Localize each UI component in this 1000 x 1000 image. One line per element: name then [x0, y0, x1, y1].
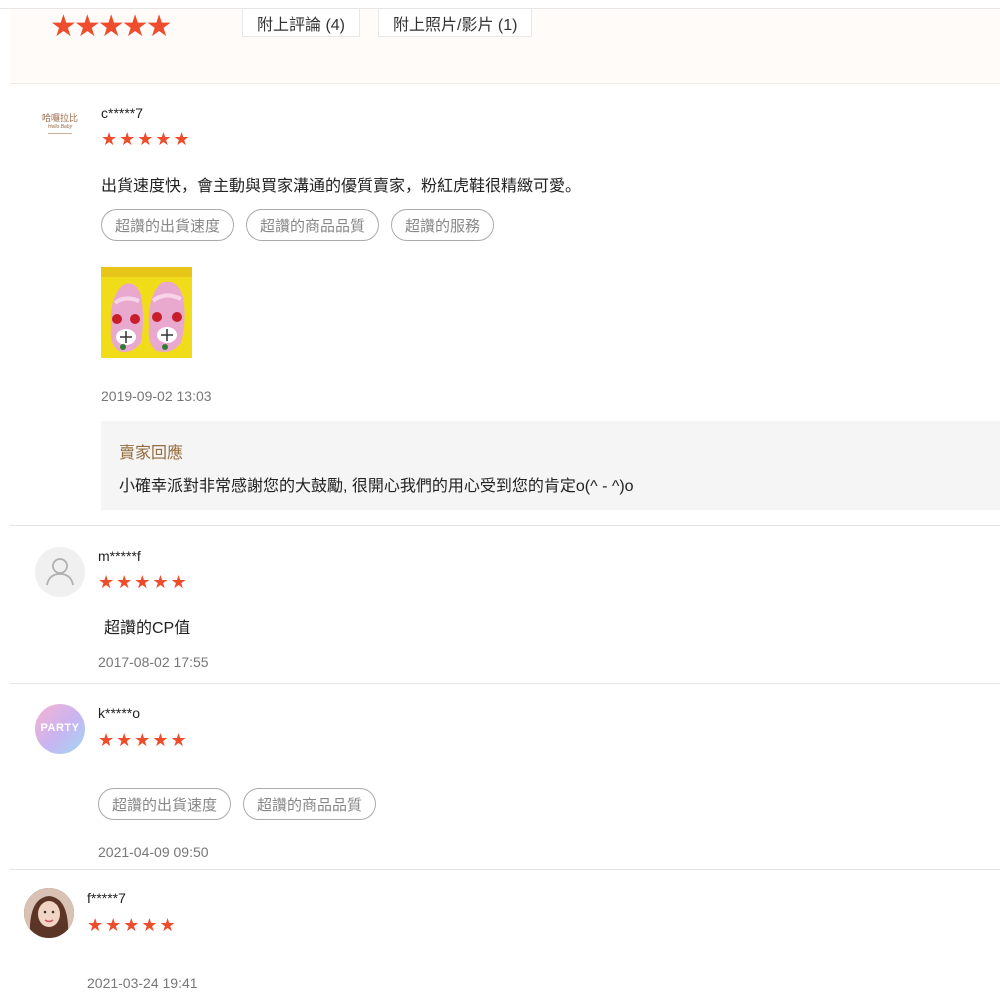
review-date: 2019-09-02 13:03 — [101, 388, 212, 404]
avatar[interactable] — [24, 888, 74, 938]
avatar-logo-text: 哈囉拉比 — [41, 114, 78, 124]
user-photo-icon — [24, 888, 74, 938]
avatar[interactable]: PARTY — [35, 704, 85, 754]
review-star-rating: ★★★★★ — [98, 730, 189, 750]
review-username[interactable]: c*****7 — [101, 105, 143, 121]
review-date: 2017-08-02 17:55 — [98, 654, 209, 670]
shoes-photo-icon — [101, 267, 192, 358]
review-date: 2021-04-09 09:50 — [98, 844, 209, 860]
filter-with-media-button[interactable]: 附上照片/影片 (1) — [378, 9, 533, 37]
review-username[interactable]: k*****o — [98, 705, 140, 721]
avatar-logo-subtext: Hello Baby — [47, 124, 73, 130]
rating-filter-bar: ★★★★★ 附上評論 (4) 附上照片/影片 (1) — [10, 9, 1000, 84]
review-divider — [10, 869, 1000, 870]
review-username[interactable]: m*****f — [98, 548, 141, 564]
review-date: 2021-03-24 19:41 — [87, 975, 198, 991]
review-tag: 超讚的出貨速度 — [101, 209, 235, 241]
review-comment: 超讚的CP值 — [104, 620, 191, 637]
avatar-logo-line — [48, 133, 72, 134]
seller-reply-title: 賣家回應 — [119, 445, 184, 462]
seller-reply: 賣家回應 小確幸派對非常感謝您的大鼓勵, 很開心我們的用心受到您的肯定o(^ -… — [101, 421, 1000, 510]
avatar[interactable]: 哈囉拉比 Hello Baby — [38, 108, 82, 144]
review-divider — [10, 683, 1000, 684]
review-star-rating: ★★★★★ — [87, 915, 178, 935]
review-star-rating: ★★★★★ — [98, 572, 189, 592]
review-photo-thumbnail[interactable] — [101, 267, 192, 358]
overall-rating-stars: ★★★★★ — [50, 10, 172, 43]
review-divider — [10, 525, 1000, 526]
default-user-icon — [46, 558, 74, 586]
review-tags: 超讚的出貨速度 超讚的商品品質 超讚的服務 — [101, 209, 495, 241]
review-username[interactable]: f*****7 — [87, 890, 126, 906]
avatar[interactable] — [35, 547, 85, 597]
review-tags: 超讚的出貨速度 超讚的商品品質 — [98, 788, 377, 820]
review-comment: 出貨速度快，會主動與買家溝通的優質賣家，粉紅虎鞋很精緻可愛。 — [101, 178, 582, 195]
review-star-rating: ★★★★★ — [101, 129, 192, 149]
filter-with-comment-button[interactable]: 附上評論 (4) — [242, 9, 361, 37]
review-tag: 超讚的商品品質 — [243, 788, 377, 820]
review-tag: 超讚的商品品質 — [246, 209, 380, 241]
review-tag: 超讚的服務 — [391, 209, 495, 241]
review-tag: 超讚的出貨速度 — [98, 788, 232, 820]
avatar-logo-text: PARTY — [40, 722, 80, 734]
seller-reply-text: 小確幸派對非常感謝您的大鼓勵, 很開心我們的用心受到您的肯定o(^ - ^)o — [119, 478, 634, 495]
